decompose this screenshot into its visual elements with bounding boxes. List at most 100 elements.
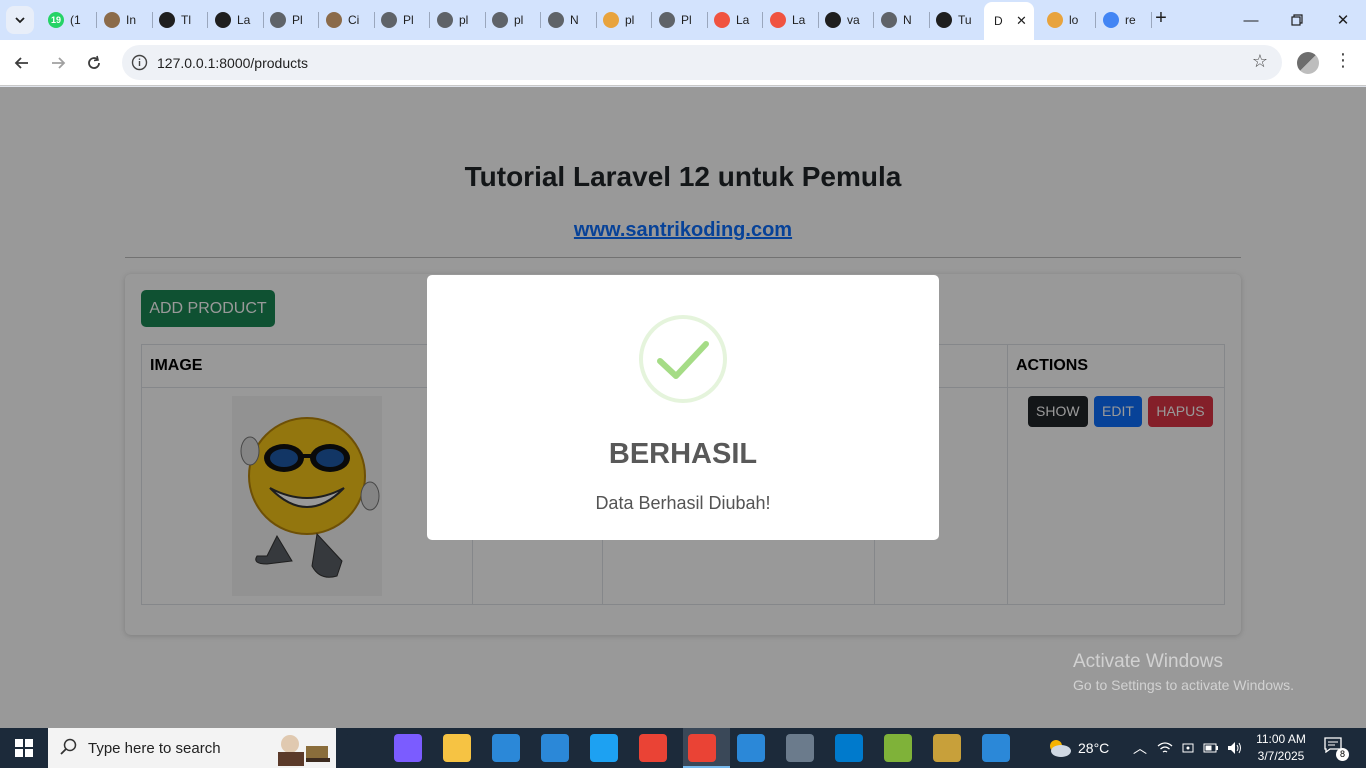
globe-icon [492,12,508,28]
tab[interactable]: La [209,6,264,34]
tab-separator [873,12,874,28]
tab[interactable]: N [875,6,930,34]
profile-avatar[interactable] [1297,52,1319,74]
chevron-up-icon[interactable]: ︿ [1133,738,1147,758]
arrow-right-icon [52,57,66,69]
restore-button[interactable] [1274,0,1320,40]
tab-separator [540,12,541,28]
tab-label: N [570,13,579,27]
tab-separator [207,12,208,28]
forward-button[interactable] [45,50,71,76]
tab[interactable]: Pl [264,6,319,34]
tab-label: pl [514,13,524,27]
tab[interactable]: va [819,6,874,34]
start-button[interactable] [0,728,48,768]
taskbar-search-box[interactable]: Type here to search [48,728,336,768]
search-placeholder: Type here to search [88,740,221,757]
copilot-icon[interactable] [394,734,422,762]
modal-text: Data Berhasil Diubah! [595,493,771,513]
mail-icon[interactable] [492,734,520,762]
phpmyadmin-icon [1047,12,1063,28]
avatar-icon [104,12,120,28]
url-text: 127.0.0.1:8000/products [157,55,309,71]
tab-separator [762,12,763,28]
tab-label: (1 [70,13,81,27]
notification-center-button[interactable]: 8 [1324,737,1349,761]
tab[interactable]: N [542,6,597,34]
vscode-icon[interactable] [835,734,863,762]
tab-search-button[interactable] [6,6,34,34]
tab[interactable]: 19 (1 [42,6,97,34]
tab[interactable]: Pl [653,6,708,34]
globe-icon [381,12,397,28]
tab-label: Pl [292,13,303,27]
tab[interactable]: Pl [375,6,430,34]
tab[interactable]: pl [431,6,486,34]
tab[interactable]: pl [486,6,541,34]
laravel-icon [714,12,730,28]
tab-label: Pl [403,13,414,27]
tab[interactable]: La [764,6,819,34]
edge-icon[interactable] [590,734,618,762]
tab-active[interactable]: D ✕ [984,2,1034,40]
new-tab-button[interactable]: + [1150,8,1172,30]
tab-separator [1095,12,1096,28]
volume-icon[interactable] [1227,741,1243,755]
wifi-icon[interactable] [1157,741,1173,755]
browser-tab-strip: 19 (1 In Tl La Pl Ci Pl pl pl Npl Pl La La va N Tu lo re D… [0,0,1366,40]
windows-taskbar: Type here to search 28°C ︿ 11:00 AM 3/7/… [0,728,1366,768]
globe-icon [437,12,453,28]
close-window-button[interactable]: ✕ [1320,0,1366,40]
close-tab-icon[interactable]: ✕ [1016,13,1027,29]
tab[interactable]: La [708,6,763,34]
tab[interactable]: lo [1041,6,1096,34]
chrome-icon[interactable] [639,734,667,762]
clock[interactable]: 11:00 AM 3/7/2025 [1250,731,1312,765]
battery-icon[interactable] [1203,742,1219,754]
whatsapp-icon: 19 [48,12,64,28]
back-button[interactable] [9,50,35,76]
tab-separator [651,12,652,28]
git-icon[interactable] [933,734,961,762]
file-explorer-icon[interactable] [443,734,471,762]
minimize-button[interactable]: — [1228,0,1274,40]
windows-logo-icon [15,739,33,757]
tab[interactable]: re [1097,6,1152,34]
tab-label: Tl [181,13,191,27]
tab[interactable]: In [98,6,153,34]
tab[interactable]: pl [597,6,652,34]
tab-separator [96,12,97,28]
notepad-plus-icon[interactable] [884,734,912,762]
tab-label: lo [1069,13,1079,27]
tab[interactable]: Ci [320,6,375,34]
task-view-icon[interactable] [345,734,373,762]
openai-icon [215,12,231,28]
github-icon [159,12,175,28]
success-check-icon [639,315,727,403]
chrome-offline-icon [548,12,564,28]
tab-label: La [736,13,750,27]
tab-label: Ci [348,13,360,27]
tab-separator [318,12,319,28]
chrome-active-icon[interactable] [688,734,716,762]
helmet-icon [936,12,952,28]
tab[interactable]: Tl [153,6,208,34]
tab-label: In [126,13,137,27]
address-bar[interactable]: 127.0.0.1:8000/products ☆ [122,45,1282,80]
bookmark-star-icon[interactable]: ☆ [1252,51,1268,72]
phpmyadmin-icon [603,12,619,28]
menu-kebab-icon[interactable]: ⋮ [1334,50,1352,71]
tab[interactable]: Tu [930,6,985,34]
store-icon[interactable] [541,734,569,762]
weather-widget[interactable]: 28°C [1046,728,1109,768]
remote-desktop-icon[interactable] [786,734,814,762]
site-info-icon[interactable] [131,54,148,71]
watermark-title: Activate Windows [1073,651,1223,672]
search-icon [60,738,77,760]
app-icon[interactable] [737,734,765,762]
globe-icon [659,12,675,28]
hotspot-icon[interactable] [1181,741,1195,755]
reload-button[interactable] [81,50,107,76]
photos-icon[interactable] [982,734,1010,762]
tab-label: pl [459,13,469,27]
